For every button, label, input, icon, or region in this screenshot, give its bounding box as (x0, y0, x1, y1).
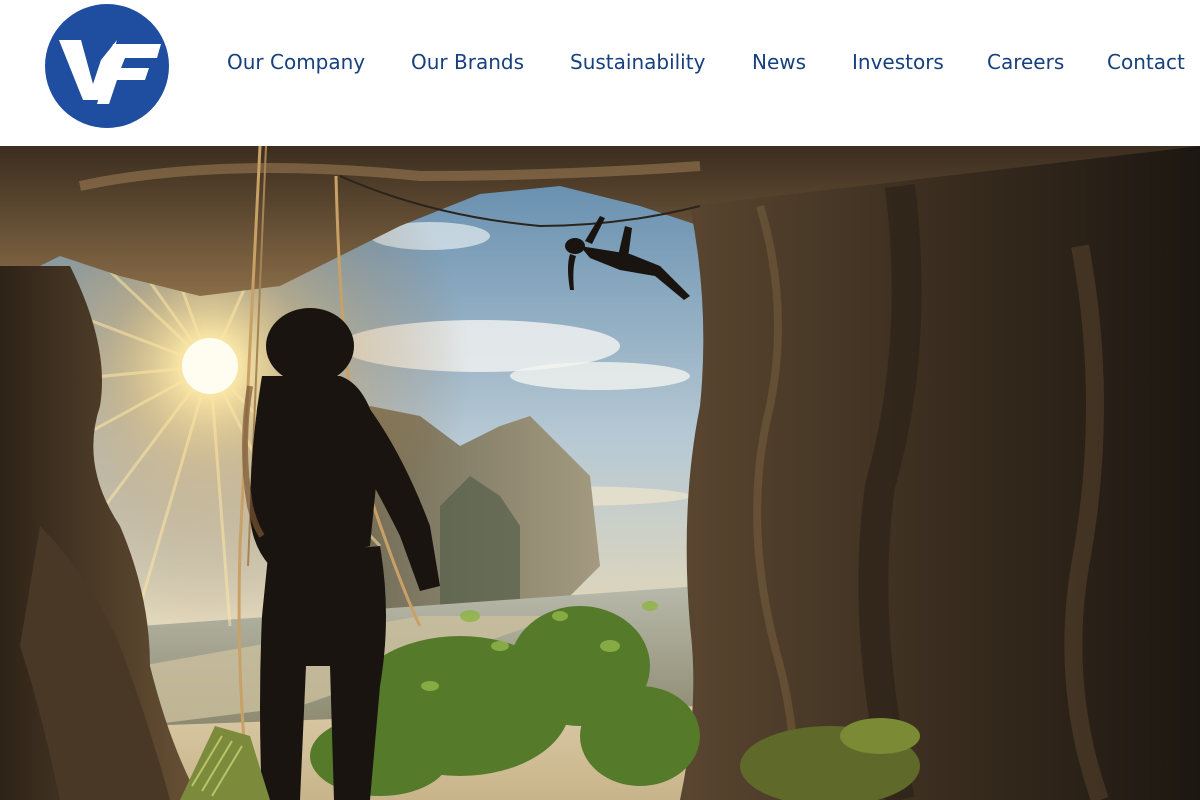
hero-image (0, 146, 1200, 800)
climbing-cave-photo (0, 146, 1200, 800)
nav-news[interactable]: News (752, 48, 806, 76)
nav-careers[interactable]: Careers (987, 48, 1064, 76)
nav-contact[interactable]: Contact (1107, 48, 1185, 76)
nav-investors[interactable]: Investors (852, 48, 944, 76)
nav-our-brands[interactable]: Our Brands (411, 48, 524, 76)
site-header: Our Company Our Brands Sustainability Ne… (0, 0, 1200, 146)
nav-sustainability[interactable]: Sustainability (570, 48, 705, 76)
main-nav: Our Company Our Brands Sustainability Ne… (0, 48, 1200, 76)
nav-our-company[interactable]: Our Company (227, 48, 365, 76)
